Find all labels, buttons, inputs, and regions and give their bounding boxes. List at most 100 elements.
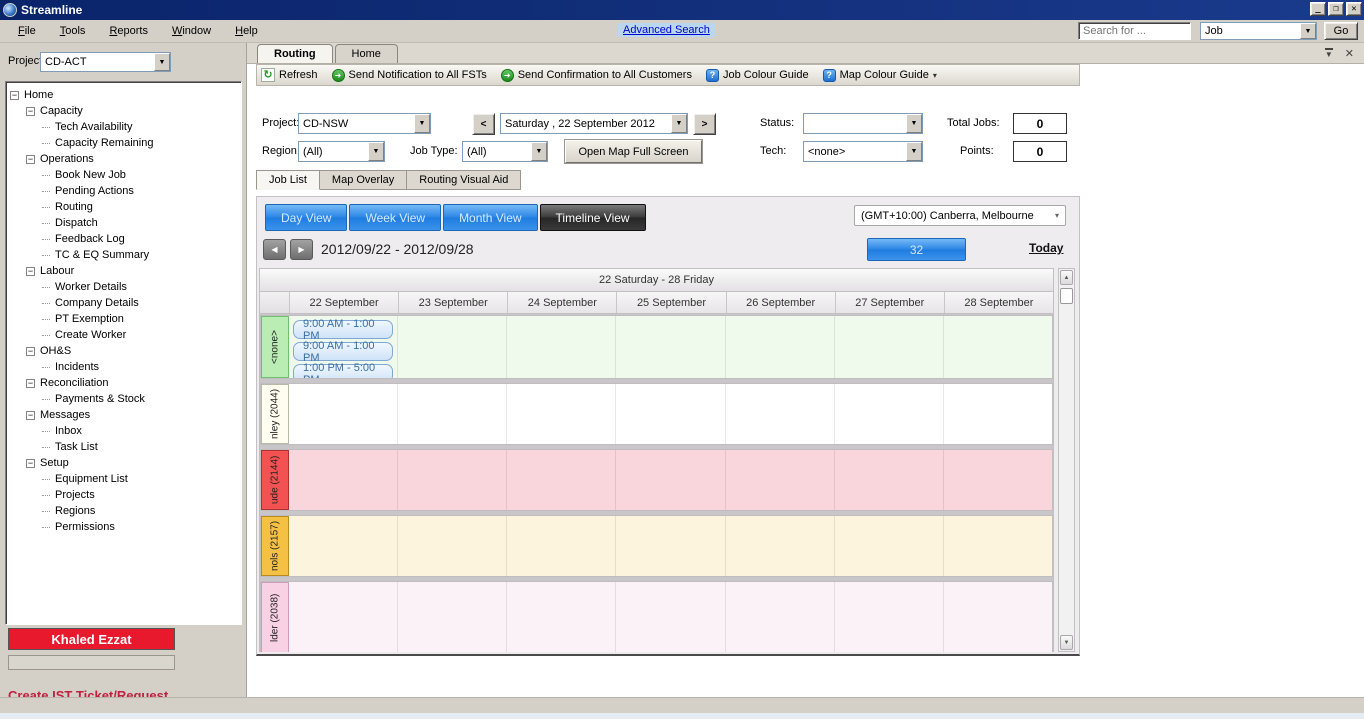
- minimize-icon[interactable]: _: [1310, 2, 1326, 16]
- close-icon[interactable]: ✕: [1346, 2, 1362, 16]
- tree-item-create-worker[interactable]: Create Worker: [6, 327, 241, 343]
- schedule-cell[interactable]: [616, 316, 726, 378]
- close-panel-icon[interactable]: ✕: [1345, 47, 1354, 60]
- chevron-down-icon[interactable]: ▼: [906, 142, 922, 161]
- toolbar-send-notification-to-all-fsts[interactable]: ➜ Send Notification to All FSTs: [331, 68, 487, 82]
- region-select[interactable]: (All) ▼: [298, 141, 385, 162]
- tech-select[interactable]: <none> ▼: [803, 141, 923, 162]
- schedule-cell[interactable]: [289, 516, 399, 576]
- tree-item-incidents[interactable]: Incidents: [6, 359, 241, 375]
- tree-item-reconciliation[interactable]: − Reconciliation: [6, 375, 241, 391]
- scroll-down-icon[interactable]: ▼: [1060, 635, 1073, 650]
- schedule-cell[interactable]: [725, 516, 835, 576]
- job-type-select[interactable]: (All) ▼: [462, 141, 548, 162]
- job-count-badge[interactable]: 32: [867, 238, 966, 261]
- schedule-cell[interactable]: [725, 316, 835, 378]
- tree-item-capacity[interactable]: − Capacity: [6, 103, 241, 119]
- schedule-cell[interactable]: [943, 582, 1052, 652]
- tree-item-tech-availability[interactable]: Tech Availability: [6, 119, 241, 135]
- schedule-cell[interactable]: [398, 316, 508, 378]
- schedule-cell[interactable]: 9:00 AM - 1:00 PM 9:00 AM - 1:00 PM 1:00 P…: [289, 316, 399, 378]
- row-label[interactable]: nley (2044): [261, 384, 289, 444]
- tree-item-permissions[interactable]: Permissions: [6, 519, 241, 535]
- appointment[interactable]: 9:00 AM - 1:00 PM: [293, 340, 394, 364]
- schedule-cell[interactable]: [834, 316, 944, 378]
- prev-day-button[interactable]: <: [472, 113, 495, 135]
- schedule-cell[interactable]: [943, 384, 1052, 444]
- chevron-down-icon[interactable]: ▼: [368, 142, 384, 161]
- view-button-month-view[interactable]: Month View: [443, 204, 538, 231]
- toolbar-job-colour-guide[interactable]: ? Job Colour Guide: [705, 68, 809, 82]
- collapse-icon[interactable]: −: [10, 90, 19, 100]
- schedule-cell[interactable]: [507, 582, 617, 652]
- tree-item-labour[interactable]: − Labour: [6, 263, 241, 279]
- appointment[interactable]: 1:00 PM - 5:00 PM: [293, 362, 394, 378]
- user-button[interactable]: Khaled Ezzat: [8, 628, 175, 650]
- collapse-icon[interactable]: −: [26, 154, 35, 164]
- toolbar-send-confirmation-to-all-customers[interactable]: ➜ Send Confirmation to All Customers: [500, 68, 692, 82]
- collapse-icon[interactable]: −: [26, 106, 35, 116]
- tree-item-setup[interactable]: − Setup: [6, 455, 241, 471]
- tree-item-routing[interactable]: Routing: [6, 199, 241, 215]
- go-button[interactable]: Go: [1324, 22, 1358, 40]
- view-button-week-view[interactable]: Week View: [349, 204, 442, 231]
- restore-icon[interactable]: ❐: [1328, 2, 1344, 16]
- menu-window[interactable]: Window: [160, 23, 223, 39]
- schedule-cell[interactable]: [616, 516, 726, 576]
- chevron-down-icon[interactable]: ▼: [414, 114, 430, 133]
- chevron-down-icon[interactable]: ▼: [1300, 23, 1316, 39]
- tree-item-worker-details[interactable]: Worker Details: [6, 279, 241, 295]
- schedule-cell[interactable]: [616, 582, 726, 652]
- tree-item-tc-eq-summary[interactable]: TC & EQ Summary: [6, 247, 241, 263]
- collapse-icon[interactable]: −: [26, 346, 35, 356]
- prev-week-button[interactable]: ◀: [263, 239, 286, 260]
- collapse-panel-icon[interactable]: ▼: [1324, 48, 1333, 59]
- collapse-icon[interactable]: −: [26, 458, 35, 468]
- row-label[interactable]: <none>: [261, 316, 289, 378]
- schedule-cell[interactable]: [943, 516, 1052, 576]
- tree-item-feedback-log[interactable]: Feedback Log: [6, 231, 241, 247]
- toolbar-refresh[interactable]: ↻ Refresh: [261, 68, 318, 82]
- schedule-cell[interactable]: [507, 450, 617, 510]
- schedule-cell[interactable]: [834, 516, 944, 576]
- menu-help[interactable]: Help: [223, 23, 270, 39]
- tree-item-payments-stock[interactable]: Payments & Stock: [6, 391, 241, 407]
- date-select[interactable]: Saturday , 22 September 2012 ▼: [500, 113, 688, 134]
- menu-file[interactable]: File: [6, 23, 48, 39]
- schedule-cell[interactable]: [507, 516, 617, 576]
- schedule-cell[interactable]: [289, 384, 399, 444]
- schedule-cell[interactable]: [834, 582, 944, 652]
- toolbar-map-colour-guide[interactable]: ? Map Colour Guide ▾: [822, 68, 937, 82]
- schedule-cell[interactable]: [398, 582, 508, 652]
- schedule-cell[interactable]: [725, 384, 835, 444]
- collapse-icon[interactable]: −: [26, 378, 35, 388]
- search-category-select[interactable]: Job ▼: [1200, 22, 1317, 40]
- status-select[interactable]: ▼: [803, 113, 923, 134]
- appointment[interactable]: 9:00 AM - 1:00 PM: [293, 318, 394, 342]
- create-ist-ticket-link[interactable]: Create IST Ticket/Request: [8, 688, 168, 697]
- schedule-cell[interactable]: [725, 582, 835, 652]
- collapse-icon[interactable]: −: [26, 410, 35, 420]
- schedule-cell[interactable]: [398, 384, 508, 444]
- schedule-cell[interactable]: [616, 384, 726, 444]
- tree-item-operations[interactable]: − Operations: [6, 151, 241, 167]
- tree-item-pt-exemption[interactable]: PT Exemption: [6, 311, 241, 327]
- schedule-cell[interactable]: [834, 450, 944, 510]
- schedule-cell[interactable]: [289, 582, 399, 652]
- tree-item-company-details[interactable]: Company Details: [6, 295, 241, 311]
- schedule-cell[interactable]: [289, 450, 399, 510]
- collapse-icon[interactable]: −: [26, 266, 35, 276]
- schedule-cell[interactable]: [943, 450, 1052, 510]
- schedule-cell[interactable]: [616, 450, 726, 510]
- schedule-cell[interactable]: [834, 384, 944, 444]
- tab-home[interactable]: Home: [334, 44, 398, 63]
- tree-item-messages[interactable]: − Messages: [6, 407, 241, 423]
- next-week-button[interactable]: ▶: [290, 239, 313, 260]
- chevron-down-icon[interactable]: ▼: [154, 53, 170, 71]
- tree-item-book-new-job[interactable]: Book New Job: [6, 167, 241, 183]
- schedule-cell[interactable]: [507, 384, 617, 444]
- scroll-thumb[interactable]: [1060, 288, 1073, 304]
- chevron-down-icon[interactable]: ▾: [1055, 211, 1059, 220]
- schedule-cell[interactable]: [398, 516, 508, 576]
- open-map-full-screen-button[interactable]: Open Map Full Screen: [565, 140, 702, 163]
